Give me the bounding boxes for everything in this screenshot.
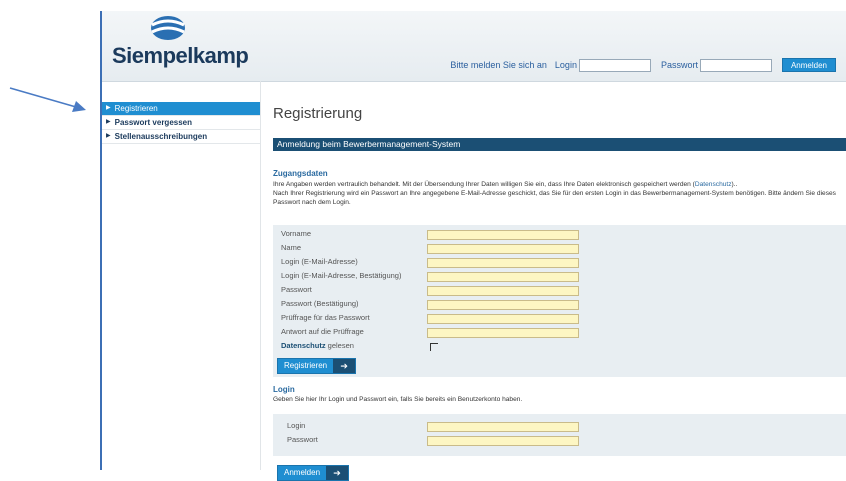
- header-login-button[interactable]: Anmelden: [781, 58, 836, 72]
- intro-line2: Nach Ihrer Registrierung wird ein Passwo…: [273, 190, 836, 206]
- registration-form: Vorname Name Login (E-Mail-Adresse) Logi…: [273, 225, 846, 377]
- login-heading: Login: [273, 385, 295, 394]
- page-title: Registrierung: [273, 105, 363, 122]
- intro-line1: Ihre Angaben werden vertraulich behandel…: [273, 181, 695, 188]
- login-email-confirm-input[interactable]: [427, 272, 579, 282]
- sidebar-divider: [260, 81, 261, 470]
- login-submit-button[interactable]: Anmelden ➔: [277, 465, 350, 481]
- section-bar: Anmeldung beim Bewerbermanagement-System: [273, 138, 846, 151]
- field-label: Passwort: [287, 435, 318, 444]
- vorname-input[interactable]: [427, 230, 579, 240]
- annotation-arrow-icon: [9, 87, 86, 112]
- caret-right-icon: ▶: [106, 133, 111, 139]
- privacy-link[interactable]: Datenschutz: [695, 181, 732, 188]
- field-label: Name: [281, 243, 302, 252]
- access-heading: Zugangsdaten: [273, 169, 328, 178]
- caret-right-icon: ▶: [106, 119, 111, 125]
- browser-frame: Siempelkamp Bitte melden Sie sich an Log…: [100, 11, 846, 481]
- header-login-input[interactable]: [578, 58, 651, 72]
- sidebar-item-label: Stellenausschreibungen: [114, 132, 208, 141]
- intro-line1-end: )..: [731, 181, 738, 188]
- field-label: Antwort auf die Prüffrage: [281, 327, 364, 336]
- field-label: Login (E-Mail-Adresse, Bestätigung): [281, 271, 402, 280]
- register-button-label: Registrieren: [284, 361, 328, 370]
- password-input[interactable]: [427, 286, 579, 296]
- name-input[interactable]: [427, 244, 579, 254]
- logo-swirl-icon: [151, 16, 185, 40]
- login-email-input[interactable]: [427, 258, 579, 268]
- privacy-checkbox[interactable]: [430, 343, 438, 351]
- security-question-input[interactable]: [427, 314, 579, 324]
- sidebar: ▶ Registrieren ▶ Passwort vergessen ▶ St…: [102, 102, 260, 144]
- caret-right-icon: ▶: [106, 105, 111, 111]
- header-password-input[interactable]: [699, 58, 772, 72]
- register-button[interactable]: Registrieren ➔: [277, 358, 357, 374]
- privacy-label-suffix: gelesen: [325, 341, 354, 350]
- privacy-label-link[interactable]: Datenschutz: [281, 341, 326, 350]
- privacy-label: Datenschutz gelesen: [281, 340, 354, 352]
- field-label: Passwort (Bestätigung): [281, 299, 359, 308]
- sidebar-item-registrieren[interactable]: ▶ Registrieren: [102, 102, 260, 116]
- login-password-input[interactable]: [427, 436, 579, 446]
- login-submit-label: Anmelden: [284, 468, 321, 477]
- field-label: Prüffrage für das Passwort: [281, 313, 370, 322]
- field-label: Login (E-Mail-Adresse): [281, 257, 358, 266]
- sidebar-item-stellenausschreibungen[interactable]: ▶ Stellenausschreibungen: [102, 130, 260, 144]
- arrow-right-icon: ➔: [333, 359, 356, 373]
- login-form: Login Passwort: [273, 414, 846, 456]
- field-label: Passwort: [281, 285, 312, 294]
- logo-text: Siempelkamp: [112, 43, 249, 68]
- header-login-bar: Bitte melden Sie sich an Login Passwort …: [450, 57, 836, 73]
- arrow-right-icon: ➔: [326, 466, 349, 480]
- sidebar-item-label: Passwort vergessen: [114, 118, 192, 127]
- sidebar-item-label: Registrieren: [114, 104, 158, 113]
- password-confirm-input[interactable]: [427, 300, 579, 310]
- security-answer-input[interactable]: [427, 328, 579, 338]
- login-intro: Geben Sie hier Ihr Login und Passwort ei…: [273, 396, 523, 403]
- header-password-label: Passwort: [660, 60, 698, 70]
- header-login-label: Login: [554, 60, 577, 70]
- sidebar-item-passwort-vergessen[interactable]: ▶ Passwort vergessen: [102, 116, 260, 130]
- login-user-input[interactable]: [427, 422, 579, 432]
- field-label: Login: [287, 421, 306, 430]
- field-label: Vorname: [281, 229, 312, 238]
- header: Siempelkamp Bitte melden Sie sich an Log…: [102, 11, 846, 82]
- intro-text: Ihre Angaben werden vertraulich behandel…: [273, 180, 845, 207]
- login-prompt: Bitte melden Sie sich an: [450, 60, 547, 70]
